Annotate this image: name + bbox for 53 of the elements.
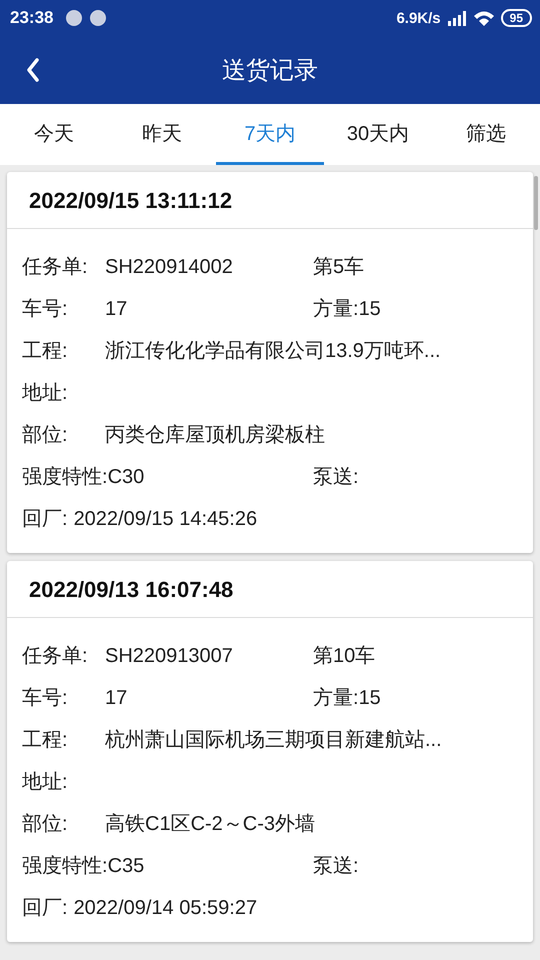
field-value: 15	[358, 298, 381, 320]
signal-icon	[446, 10, 467, 26]
battery-icon: 95	[500, 9, 532, 27]
clock-time: 23:38	[10, 8, 54, 28]
field-value: 17	[105, 298, 128, 320]
notification-dot-icon	[65, 9, 84, 27]
field-label: 地址:	[22, 380, 69, 406]
field-value: 15	[358, 686, 381, 710]
field-value: SH220914002	[105, 256, 233, 278]
field-label: 工程:	[22, 728, 69, 752]
field-label: 第10车	[313, 644, 376, 668]
field-label: 强度特性:	[22, 464, 108, 490]
field-label: 部位:	[22, 422, 69, 448]
field-label: 回厂:	[22, 896, 68, 920]
field-label: 部位:	[22, 812, 69, 836]
field-label: 第5车	[313, 254, 364, 280]
field-value: 杭州萧山国际机场三期项目新建航站...	[105, 728, 442, 752]
field-label: 方量:	[313, 296, 359, 322]
field-value: C35	[108, 854, 144, 878]
record-time: 2022/09/13 16:07:48	[28, 576, 234, 604]
field-value: 17	[105, 686, 128, 710]
field-label: 方量:	[313, 686, 359, 710]
tab[interactable]: 筛选	[432, 104, 540, 165]
field-value: 丙类仓库屋顶机房梁板柱	[105, 422, 325, 448]
field-label: 泵送:	[313, 464, 359, 490]
network-speed: 6.9K/s	[396, 10, 441, 26]
back-icon	[26, 58, 40, 82]
notification-dot-icon	[89, 9, 108, 27]
field-value: SH220913007	[105, 644, 233, 668]
wifi-icon	[472, 10, 495, 26]
tab[interactable]: 今天	[0, 104, 108, 165]
tab[interactable]: 昨天	[108, 104, 216, 165]
field-label: 车号:	[22, 686, 69, 710]
field-value: 2022/09/14 05:59:27	[74, 896, 258, 920]
field-value: C30	[108, 466, 144, 488]
field-label: 任务单:	[22, 254, 89, 280]
tab[interactable]: 30天内	[324, 104, 432, 165]
record-card[interactable]: 2022/09/13 16:07:48 任务单: SH220913007 第10车 车号: 17 方量:15 工程: 杭州萧山国际机场三期项目新建航站... 地址: 部位: 高铁C1区C-2～C-3外墙 强度特性:C35 泵送: 回厂: 2022/09/14 05:59:27	[7, 561, 533, 942]
record-time: 2022/09/15 13:11:12	[28, 187, 234, 215]
field-value: 高铁C1区C-2～C-3外墙	[105, 812, 316, 836]
tab[interactable]: 7天内	[216, 104, 324, 165]
field-label: 回厂:	[22, 506, 68, 532]
record-card[interactable]: 2022/09/15 13:11:12 任务单: SH220914002 第5车 车号: 17 方量:15 工程: 浙江传化化学品有限公司13.9万吨环... 地址: 部位: 丙类仓库屋顶机房梁板柱 强度特性:C30 泵送: 回厂: 2022/09/15 14:45:26	[7, 172, 533, 553]
field-label: 地址:	[22, 770, 69, 794]
scrollbar	[534, 176, 538, 230]
field-label: 强度特性:	[22, 854, 108, 878]
field-label: 任务单:	[22, 644, 89, 668]
field-label: 泵送:	[313, 854, 359, 878]
field-label: 车号:	[22, 296, 69, 322]
field-label: 工程:	[22, 338, 69, 364]
field-value: 2022/09/15 14:45:26	[74, 508, 258, 530]
field-value: 浙江传化化学品有限公司13.9万吨环...	[105, 338, 441, 364]
page-title: 送货记录	[221, 55, 319, 86]
